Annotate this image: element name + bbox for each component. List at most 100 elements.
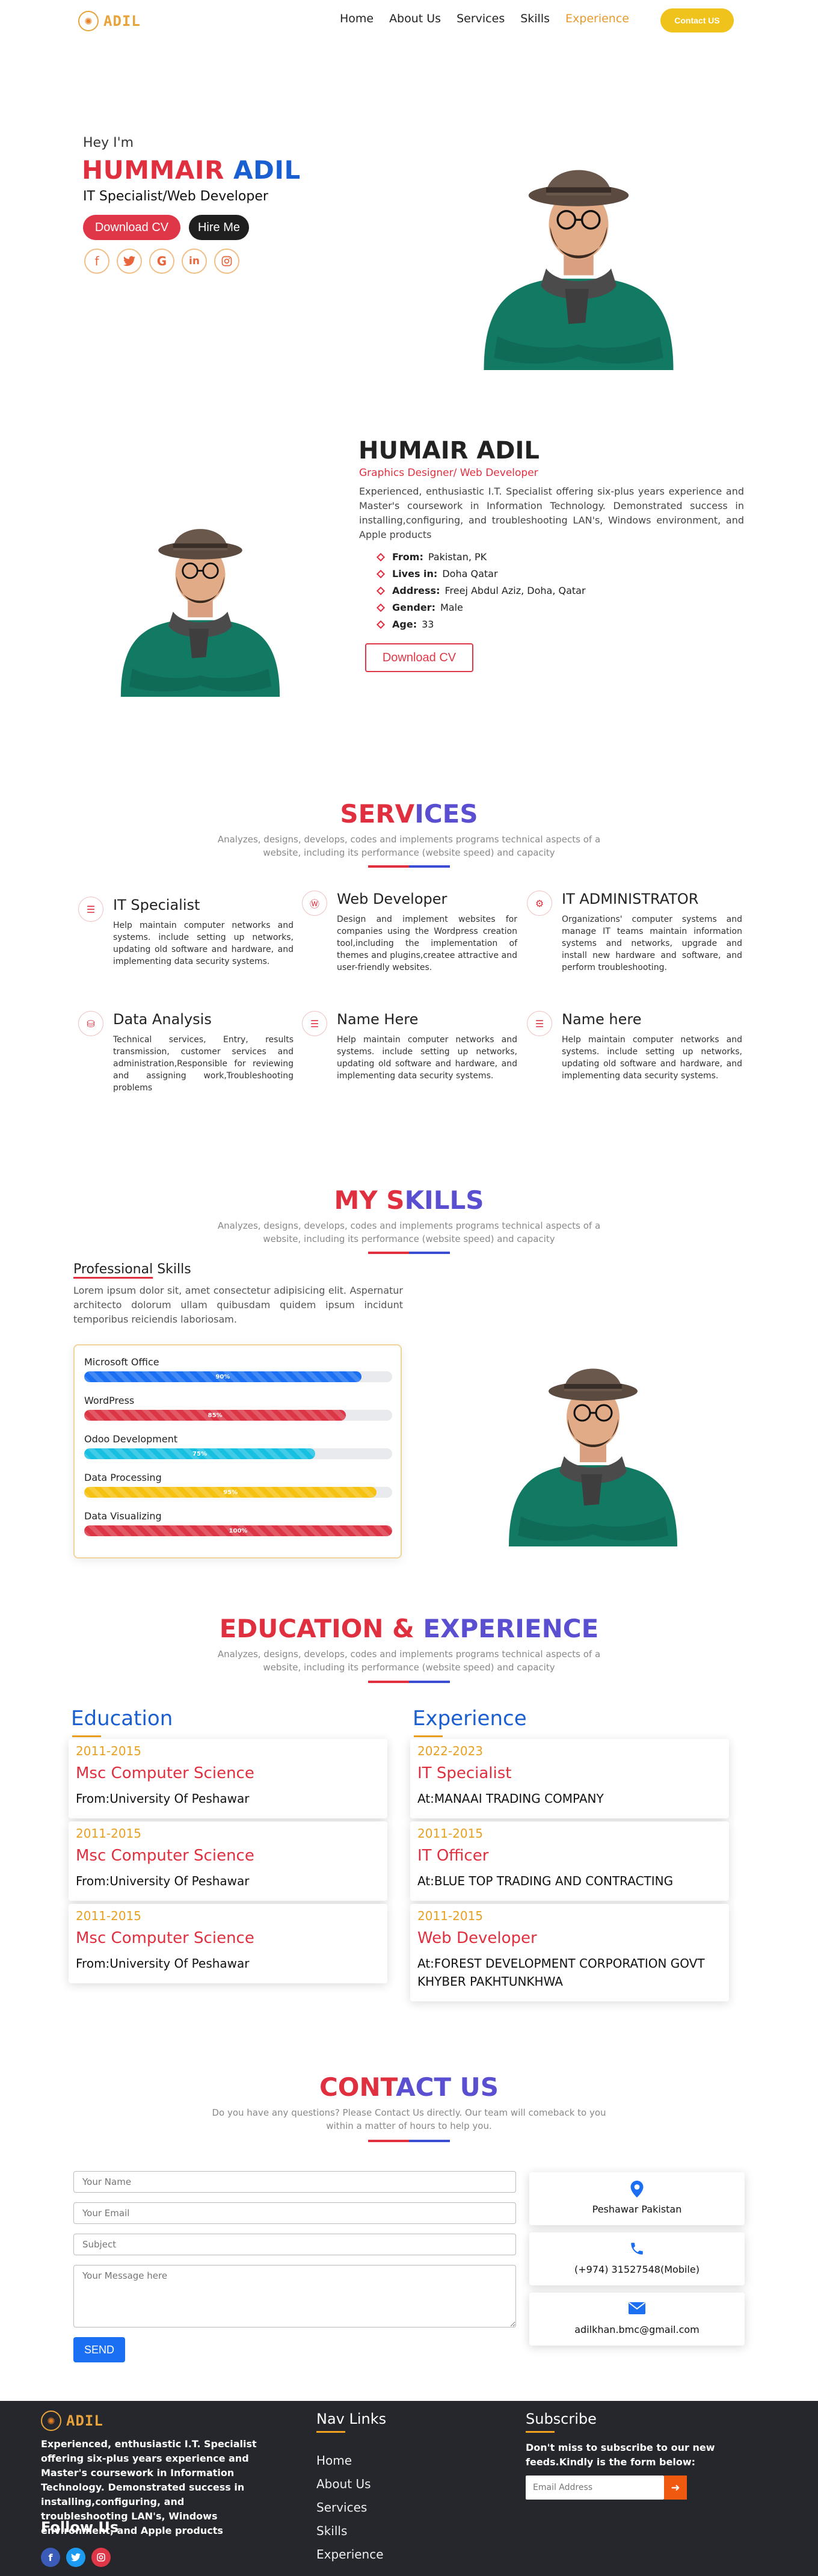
facebook-icon[interactable]: f xyxy=(84,249,109,274)
nav-link-services[interactable]: Services xyxy=(457,12,505,25)
nav-link-home[interactable]: Home xyxy=(340,12,374,25)
footer-logo[interactable]: ✺ ADIL xyxy=(41,2411,103,2431)
facebook-icon[interactable]: f xyxy=(41,2548,60,2567)
hire-me-button[interactable]: Hire Me xyxy=(189,215,249,240)
skills-subtitle: Analyzes, designs, develops, codes and i… xyxy=(217,1220,601,1244)
skill-bar-track: 100% xyxy=(84,1525,392,1536)
skill-bar-track: 75% xyxy=(84,1448,392,1459)
google-icon[interactable]: G xyxy=(149,249,174,274)
diamond-bullet-icon xyxy=(376,620,386,629)
skill-name: WordPress xyxy=(84,1395,135,1406)
skill-bar-fill: 85% xyxy=(84,1410,346,1421)
hero-name: HUMMAIR ADIL xyxy=(82,155,301,185)
users-gear-icon: ⚙ xyxy=(527,891,552,916)
skills-title: MY SKILLS xyxy=(334,1185,484,1215)
service-desc: Design and implement websites for compan… xyxy=(337,915,517,972)
twitter-icon[interactable] xyxy=(66,2548,85,2567)
list-icon: ☰ xyxy=(302,1011,327,1036)
services-subtitle: Analyzes, designs, develops, codes and i… xyxy=(217,834,601,858)
contact-subtitle: Do you have any questions? Please Contac… xyxy=(212,2107,606,2131)
skill-name: Odoo Development xyxy=(84,1433,178,1445)
experience-heading: Experience xyxy=(413,1707,527,1731)
instagram-icon[interactable] xyxy=(91,2548,111,2567)
subscribe-heading: Subscribe xyxy=(526,2411,597,2427)
card-sub: From:University Of Peshawar xyxy=(76,1874,250,1888)
service-title: IT ADMINISTRATOR xyxy=(562,891,699,907)
education-card: 2011-2015 Msc Computer Science From:Univ… xyxy=(69,1904,387,1983)
skills-divider xyxy=(368,1252,450,1254)
skill-bar-fill: 100% xyxy=(84,1525,392,1536)
subscribe-submit-button[interactable]: ➜ xyxy=(664,2476,687,2500)
skill-bar-track: 95% xyxy=(84,1487,392,1498)
nav-link-experience[interactable]: Experience xyxy=(565,12,629,25)
skill-microsoft-office: Microsoft Office 90% xyxy=(84,1356,392,1382)
resume-subtitle: Analyzes, designs, develops, codes and i… xyxy=(217,1649,601,1673)
nav-links: Home About Us Services Skills Experience xyxy=(340,12,629,25)
hero-socials: f G in xyxy=(84,249,239,274)
location-pin-icon xyxy=(529,2181,745,2202)
about-detail-lives-in: Lives in: Doha Qatar xyxy=(376,566,586,582)
education-heading: Education xyxy=(71,1707,173,1731)
skill-data-visualizing: Data Visualizing 100% xyxy=(84,1510,392,1536)
about-download-cv-button[interactable]: Download CV xyxy=(365,643,473,672)
experience-card: 2011-2015 IT Officer At:BLUE TOP TRADING… xyxy=(410,1821,729,1901)
hero-name-first: HUMMAIR xyxy=(82,155,224,185)
contact-info-location: Peshawar Pakistan xyxy=(529,2172,745,2225)
twitter-icon[interactable] xyxy=(117,249,142,274)
logo-mark-icon: ✺ xyxy=(78,11,99,31)
service-title: IT Specialist xyxy=(113,897,200,913)
diamond-bullet-icon xyxy=(376,552,386,562)
subscribe-email-input[interactable] xyxy=(526,2476,664,2500)
card-sub: At:FOREST DEVELOPMENT CORPORATION GOVT K… xyxy=(417,1956,705,1989)
database-icon: ⛁ xyxy=(78,1011,103,1036)
skill-name: Data Processing xyxy=(84,1472,162,1483)
footer-link-skills[interactable]: Skills xyxy=(316,2519,384,2543)
footer-link-services[interactable]: Services xyxy=(316,2496,384,2519)
footer: ✺ ADIL Experienced, enthusiastic I.T. Sp… xyxy=(0,2401,818,2576)
card-year: 2011-2015 xyxy=(76,1744,142,1758)
card-sub: From:University Of Peshawar xyxy=(76,1956,250,1971)
footer-link-home[interactable]: Home xyxy=(316,2449,384,2473)
footer-link-about[interactable]: About Us xyxy=(316,2473,384,2496)
phone-icon xyxy=(529,2241,745,2261)
nav-link-skills[interactable]: Skills xyxy=(520,12,550,25)
card-title: Msc Computer Science xyxy=(76,1929,254,1947)
diamond-bullet-icon xyxy=(376,603,386,613)
email-input[interactable] xyxy=(73,2202,516,2224)
skill-bar-fill: 95% xyxy=(84,1487,377,1498)
skill-name: Data Visualizing xyxy=(84,1510,162,1522)
card-sub: From:University Of Peshawar xyxy=(76,1791,250,1806)
card-sub: At:MANAAI TRADING COMPANY xyxy=(417,1791,604,1806)
card-year: 2011-2015 xyxy=(76,1909,142,1923)
skill-bar-track: 90% xyxy=(84,1371,392,1382)
about-detail-gender: Gender: Male xyxy=(376,599,586,616)
hero-download-cv-button[interactable]: Download CV xyxy=(83,215,180,240)
contact-email-text: adilkhan.bmc@gmail.com xyxy=(574,2324,700,2335)
service-title: Data Analysis xyxy=(113,1011,212,1028)
linkedin-icon[interactable]: in xyxy=(182,249,207,274)
subject-input[interactable] xyxy=(73,2234,516,2255)
nav-links-underline xyxy=(316,2431,345,2433)
site-logo[interactable]: ✺ ADIL xyxy=(78,11,141,31)
logo-text: ADIL xyxy=(103,13,141,29)
instagram-icon[interactable] xyxy=(214,249,239,274)
service-title: Web Developer xyxy=(337,891,447,907)
logo-text: ADIL xyxy=(66,2412,103,2429)
resume-title: EDUCATION & EXPERIENCE xyxy=(219,1614,599,1643)
card-year: 2011-2015 xyxy=(76,1826,142,1841)
footer-link-experience[interactable]: Experience xyxy=(316,2543,384,2566)
about-description: Experienced, enthusiastic I.T. Specialis… xyxy=(359,486,744,540)
diamond-bullet-icon xyxy=(376,586,386,596)
service-desc: Organizations' computer systems and mana… xyxy=(562,915,742,972)
name-input[interactable] xyxy=(73,2171,516,2193)
skills-card: Microsoft Office 90% WordPress 85% Odoo … xyxy=(73,1344,402,1558)
list-icon: ☰ xyxy=(78,897,103,922)
send-button[interactable]: SEND xyxy=(73,2337,125,2362)
professional-skills-title: Professional Skills xyxy=(73,1262,191,1277)
contact-us-button[interactable]: Contact US xyxy=(660,8,734,32)
about-portrait xyxy=(109,437,291,699)
message-input[interactable] xyxy=(73,2265,516,2327)
professional-skills-desc: Lorem ipsum dolor sit, amet consectetur … xyxy=(73,1285,403,1325)
nav-link-about[interactable]: About Us xyxy=(389,12,441,25)
skill-odoo-development: Odoo Development 75% xyxy=(84,1433,392,1459)
